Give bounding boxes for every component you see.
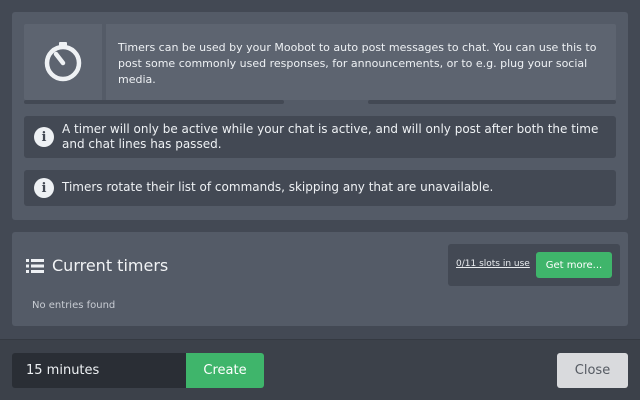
timer-duration-field[interactable]	[12, 353, 186, 388]
note-text: A timer will only be active while your c…	[62, 122, 599, 151]
note-text: Timers rotate their list of commands, sk…	[62, 180, 494, 194]
footer-bar: Create Close	[0, 339, 640, 400]
get-more-button[interactable]: Get more...	[536, 252, 612, 278]
note-active-chat: i A timer will only be active while your…	[24, 116, 616, 158]
intro-description: Timers can be used by your Moobot to aut…	[118, 41, 597, 86]
slots-usage-link[interactable]: 0/11 slots in use	[456, 259, 530, 269]
info-icon: i	[34, 178, 54, 198]
list-icon	[26, 258, 44, 273]
create-button[interactable]: Create	[186, 353, 264, 388]
timers-header: Current timers	[26, 256, 168, 275]
divider-right	[368, 100, 616, 104]
info-icon: i	[34, 127, 54, 147]
divider-left	[24, 100, 284, 104]
stopwatch-icon	[44, 42, 82, 82]
timers-dialog: Timers can be used by your Moobot to aut…	[0, 0, 640, 400]
current-timers-panel: Current timers 0/11 slots in use Get mor…	[12, 232, 628, 326]
info-panel: Timers can be used by your Moobot to aut…	[12, 12, 628, 220]
close-button[interactable]: Close	[557, 353, 628, 388]
intro-icon-container	[24, 24, 106, 100]
empty-state-text: No entries found	[32, 300, 116, 311]
slots-box: 0/11 slots in use Get more...	[448, 244, 620, 286]
intro-box: Timers can be used by your Moobot to aut…	[24, 24, 616, 100]
note-rotation: i Timers rotate their list of commands, …	[24, 170, 616, 206]
timers-title: Current timers	[52, 256, 169, 275]
